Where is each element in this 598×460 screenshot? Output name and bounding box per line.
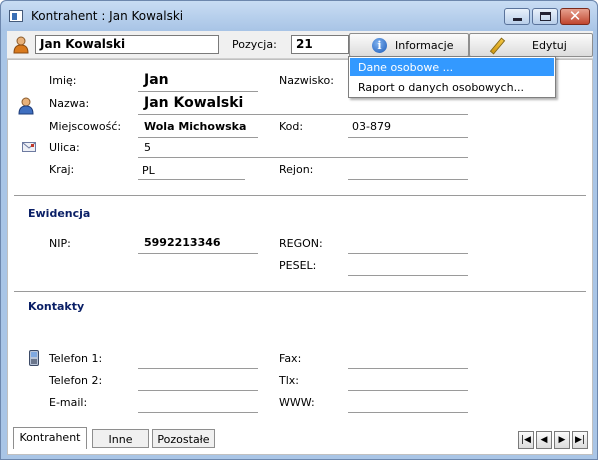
- pesel-underline: [348, 275, 468, 276]
- window-title: Kontrahent : Jan Kowalski: [31, 9, 184, 23]
- window-icon: [9, 10, 23, 22]
- pesel-label: PESEL:: [279, 259, 317, 272]
- first-name-value[interactable]: Jan: [144, 72, 169, 88]
- info-button-label: Informacje: [395, 39, 454, 52]
- last-name-label: Nazwisko:: [279, 74, 334, 87]
- regon-underline: [348, 253, 468, 254]
- email-underline: [138, 412, 258, 413]
- city-label: Miejscowość:: [49, 120, 122, 133]
- email-label: E-mail:: [49, 396, 88, 409]
- fax-label: Fax:: [279, 352, 302, 365]
- next-record-button[interactable]: ▶: [554, 431, 570, 449]
- contacts-section-title: Kontakty: [28, 300, 85, 313]
- phone1-underline: [138, 368, 258, 369]
- phone2-label: Telefon 2:: [49, 374, 103, 387]
- tab-bar: Kontrahent Inne Pozostałe: [7, 427, 307, 449]
- street-value[interactable]: 5: [144, 141, 151, 154]
- last-record-button[interactable]: ▶|: [572, 431, 588, 449]
- street-label: Ulica:: [49, 141, 80, 154]
- first-name-label: Imię:: [49, 74, 77, 87]
- postcode-value[interactable]: 03-879: [352, 120, 391, 133]
- section-separator: [14, 291, 586, 293]
- minimize-icon: [513, 18, 522, 21]
- first-name-underline: [138, 91, 258, 92]
- tab-pozostale[interactable]: Pozostałe: [152, 429, 215, 448]
- country-label: Kraj:: [49, 163, 75, 176]
- tab-inne[interactable]: Inne: [92, 429, 149, 448]
- edit-button[interactable]: Edytuj: [469, 33, 593, 57]
- nip-underline: [138, 253, 258, 254]
- tlx-label: Tlx:: [279, 374, 299, 387]
- regon-label: REGON:: [279, 237, 323, 250]
- contractor-name-field[interactable]: Jan Kowalski: [35, 35, 219, 54]
- toolbar: Jan Kowalski Pozycja: 21 i Informacje Ed…: [7, 31, 593, 59]
- country-underline: [138, 179, 245, 180]
- fax-underline: [348, 368, 468, 369]
- tab-kontrahent[interactable]: Kontrahent: [13, 427, 87, 449]
- window: Kontrahent : Jan Kowalski ✕ Jan Kowalski…: [0, 0, 598, 460]
- phone1-label: Telefon 1:: [49, 352, 103, 365]
- first-record-button[interactable]: |◀: [518, 431, 534, 449]
- street-underline: [138, 157, 468, 158]
- pencil-icon: [489, 37, 506, 55]
- region-underline: [348, 179, 468, 180]
- tlx-underline: [348, 390, 468, 391]
- region-label: Rejon:: [279, 163, 314, 176]
- name-label: Nazwa:: [49, 97, 90, 110]
- edit-button-label: Edytuj: [532, 39, 567, 52]
- position-field[interactable]: 21: [291, 35, 349, 54]
- nip-label: NIP:: [49, 237, 71, 250]
- close-button[interactable]: ✕: [560, 7, 590, 25]
- name-value[interactable]: Jan Kowalski: [144, 95, 243, 111]
- close-icon: ✕: [568, 7, 582, 25]
- previous-record-button[interactable]: ◀: [536, 431, 552, 449]
- city-underline: [138, 137, 258, 138]
- phone2-underline: [138, 390, 258, 391]
- title-bar[interactable]: Kontrahent : Jan Kowalski ✕: [1, 1, 597, 31]
- info-icon: i: [372, 38, 387, 53]
- form-content: Imię: Jan Nazwisko: Nazwa: Jan Kowalski …: [7, 59, 593, 455]
- minimize-button[interactable]: [504, 8, 530, 25]
- position-label: Pozycja:: [232, 38, 277, 51]
- previous-record-icon: ◀: [540, 435, 548, 445]
- postcode-label: Kod:: [279, 120, 304, 133]
- maximize-button[interactable]: [532, 8, 558, 25]
- envelope-icon: [22, 142, 36, 152]
- menu-item-personal-data-report[interactable]: Raport o danych osobowych...: [350, 78, 554, 96]
- ewidencja-section-title: Ewidencja: [28, 207, 91, 220]
- last-record-icon: ▶|: [575, 435, 585, 445]
- person-icon: [13, 36, 29, 54]
- city-value[interactable]: Wola Michowska: [144, 120, 246, 133]
- country-value[interactable]: PL: [142, 164, 155, 177]
- name-underline: [138, 114, 468, 115]
- postcode-underline: [348, 137, 468, 138]
- info-button[interactable]: i Informacje: [349, 33, 469, 57]
- section-separator: [14, 195, 586, 197]
- maximize-icon: [540, 12, 551, 21]
- info-dropdown-menu: Dane osobowe ... Raport o danych osobowy…: [348, 56, 556, 98]
- next-record-icon: ▶: [558, 435, 566, 445]
- mobile-phone-icon: [29, 350, 39, 366]
- www-label: WWW:: [279, 396, 315, 409]
- person-icon: [18, 97, 34, 115]
- first-record-icon: |◀: [521, 435, 531, 445]
- nip-value[interactable]: 5992213346: [144, 236, 221, 249]
- www-underline: [348, 412, 468, 413]
- menu-item-personal-data[interactable]: Dane osobowe ...: [350, 58, 554, 76]
